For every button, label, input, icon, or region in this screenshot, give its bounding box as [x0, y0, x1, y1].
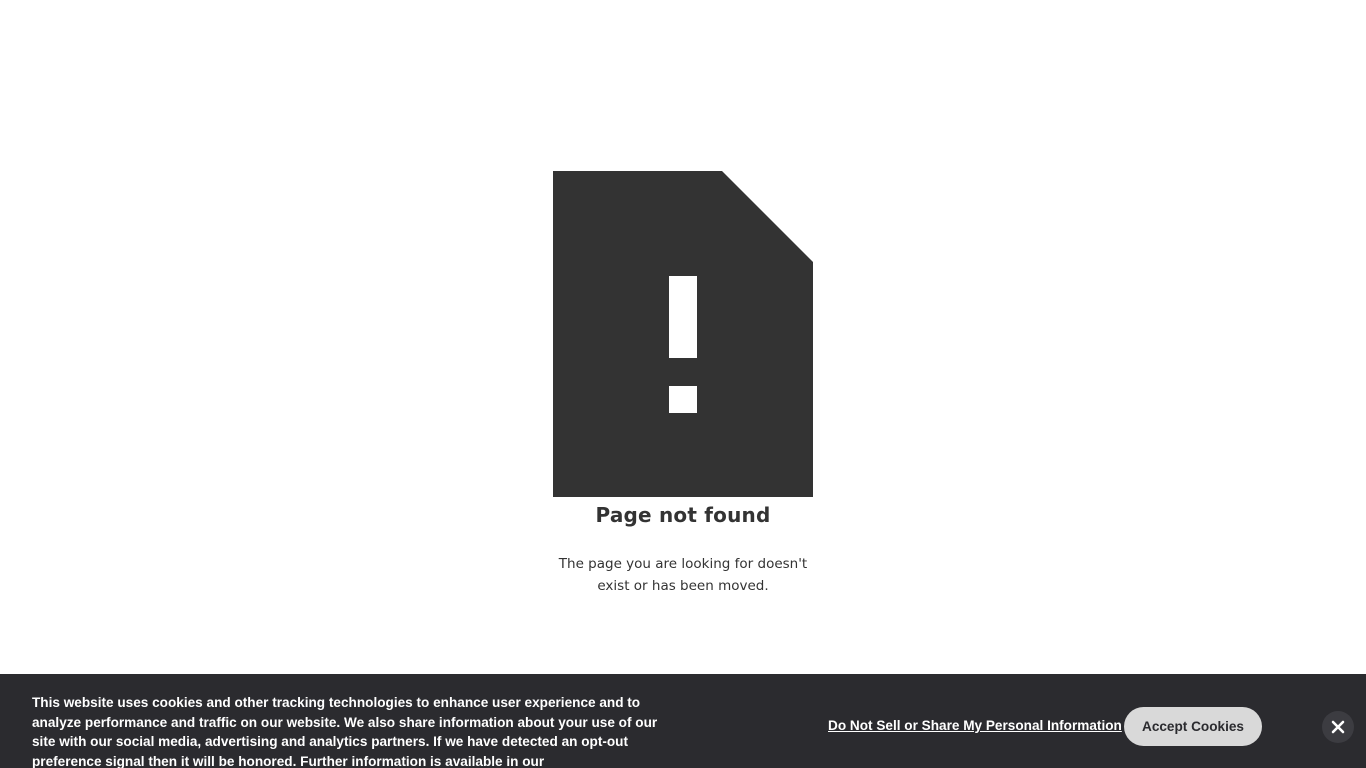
cookie-banner-text: This website uses cookies and other trac…	[32, 695, 658, 768]
page: Page not found The page you are looking …	[0, 0, 1366, 768]
page-title: Page not found	[595, 503, 771, 527]
cookie-banner: This website uses cookies and other trac…	[0, 674, 1366, 768]
error-message: The page you are looking for doesn't exi…	[558, 556, 808, 594]
document-exclamation-icon	[553, 171, 813, 497]
do-not-sell-link[interactable]: Do Not Sell or Share My Personal Informa…	[828, 717, 1122, 735]
close-icon	[1331, 720, 1345, 734]
close-banner-button[interactable]	[1322, 711, 1354, 743]
accept-cookies-button[interactable]: Accept Cookies	[1124, 707, 1262, 746]
